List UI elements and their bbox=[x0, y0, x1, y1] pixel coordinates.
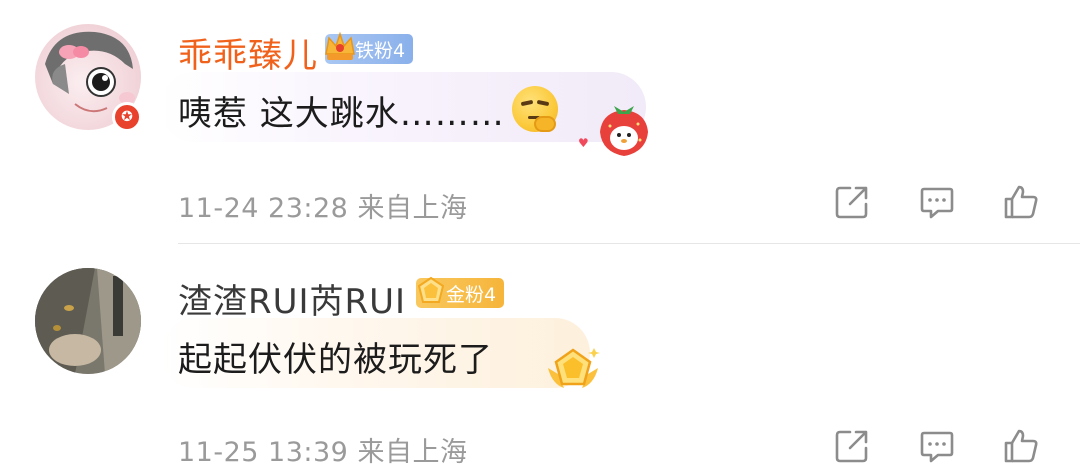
gold-fan-icon bbox=[417, 276, 445, 303]
strawberry-sticker-icon bbox=[600, 106, 648, 156]
comment-text: 咦惹 这大跳水……… bbox=[178, 94, 505, 134]
avatar[interactable] bbox=[35, 268, 141, 374]
verified-badge-icon: ✪ bbox=[112, 102, 142, 132]
reply-icon[interactable] bbox=[919, 184, 955, 220]
fan-badge: 铁粉4 bbox=[325, 31, 414, 64]
comment-text: 起起伏伏的被玩死了 bbox=[178, 340, 493, 380]
repost-icon[interactable] bbox=[834, 428, 870, 464]
comment-meta: 11-24 23:28 来自上海 bbox=[178, 186, 467, 225]
thinking-face-icon bbox=[512, 86, 558, 132]
crown-icon bbox=[325, 31, 355, 60]
reply-icon[interactable] bbox=[919, 428, 955, 464]
location: 来自上海 bbox=[357, 437, 468, 468]
username[interactable]: 乖乖臻儿 bbox=[178, 28, 318, 77]
fan-badge-label: 金粉4 bbox=[446, 283, 497, 306]
comment-item: ✪ 乖乖臻儿 铁粉4 咦惹 这大跳水……… ♥ 11-24 23:28 来自上海 bbox=[0, 0, 1080, 244]
gold-medal-sticker-icon bbox=[548, 348, 600, 388]
heart-icon: ♥ bbox=[578, 136, 589, 150]
username[interactable]: 渣渣RUI芮RUI bbox=[178, 274, 406, 323]
like-icon[interactable] bbox=[1003, 428, 1039, 464]
like-icon[interactable] bbox=[1003, 184, 1039, 220]
fan-badge: 金粉4 bbox=[416, 276, 505, 308]
comment-meta: 11-25 13:39 来自上海 bbox=[178, 430, 467, 469]
location: 来自上海 bbox=[357, 193, 468, 224]
avatar-photo-icon bbox=[35, 268, 141, 374]
fan-badge-label: 铁粉4 bbox=[355, 39, 406, 62]
comment-item: 渣渣RUI芮RUI 金粉4 起起伏伏的被玩死了 11-25 13:39 来自上海 bbox=[0, 244, 1080, 471]
repost-icon[interactable] bbox=[834, 184, 870, 220]
timestamp: 11-25 13:39 bbox=[178, 437, 349, 468]
timestamp: 11-24 23:28 bbox=[178, 193, 349, 224]
